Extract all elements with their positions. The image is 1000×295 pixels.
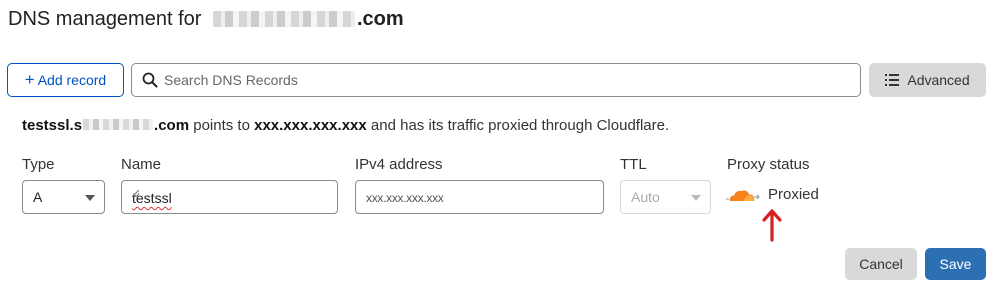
proxy-status-value: Proxied <box>768 186 819 203</box>
ttl-value: Auto <box>631 189 660 205</box>
record-summary: testssl.s .com points to xxx.xxx.xxx.xxx … <box>22 117 669 134</box>
advanced-label: Advanced <box>907 72 970 88</box>
ipv4-label: IPv4 address <box>355 156 443 173</box>
search-input[interactable] <box>164 72 844 88</box>
summary-target-ip: xxx.xxx.xxx.xxx <box>254 117 367 134</box>
summary-record-tld: .com <box>154 117 190 134</box>
proxy-status-label: Proxy status <box>727 156 810 173</box>
ttl-select: Auto <box>620 180 711 214</box>
save-button[interactable]: Save <box>925 248 986 280</box>
type-value: A <box>33 189 43 205</box>
page-title: DNS management for .com <box>8 8 404 31</box>
redacted-domain <box>212 11 355 27</box>
summary-tail: and has its traffic proxied through Clou… <box>366 117 670 134</box>
add-record-label: Add record <box>37 72 107 88</box>
search-icon <box>142 72 158 88</box>
ttl-label: TTL <box>620 156 647 173</box>
cancel-button[interactable]: Cancel <box>845 248 917 280</box>
type-select[interactable]: A <box>22 180 105 214</box>
name-label: Name <box>121 156 162 173</box>
search-box[interactable] <box>131 63 861 97</box>
advanced-button[interactable]: Advanced <box>869 63 986 97</box>
ipv4-value: xxx.xxx.xxx.xxx <box>366 191 444 205</box>
ipv4-input[interactable]: xxx.xxx.xxx.xxx <box>355 180 604 214</box>
annotation-arrow-icon <box>762 209 782 242</box>
resize-handle[interactable] <box>132 190 139 197</box>
add-record-button[interactable]: + Add record <box>7 63 124 97</box>
cloud-icon <box>726 189 760 201</box>
list-icon <box>885 74 900 86</box>
summary-record-name: testssl.s <box>22 117 83 134</box>
type-label: Type <box>22 156 55 173</box>
name-input[interactable]: testssl <box>121 180 338 214</box>
chevron-down-icon <box>85 195 95 201</box>
summary-points-to: points to <box>189 117 255 134</box>
page-title-prefix: DNS management for <box>8 8 207 30</box>
plus-icon: + <box>24 69 35 89</box>
chevron-down-icon <box>691 195 701 201</box>
page-title-tld: .com <box>356 8 404 30</box>
redacted-record <box>83 119 154 130</box>
proxy-status-toggle[interactable]: Proxied <box>726 186 819 203</box>
